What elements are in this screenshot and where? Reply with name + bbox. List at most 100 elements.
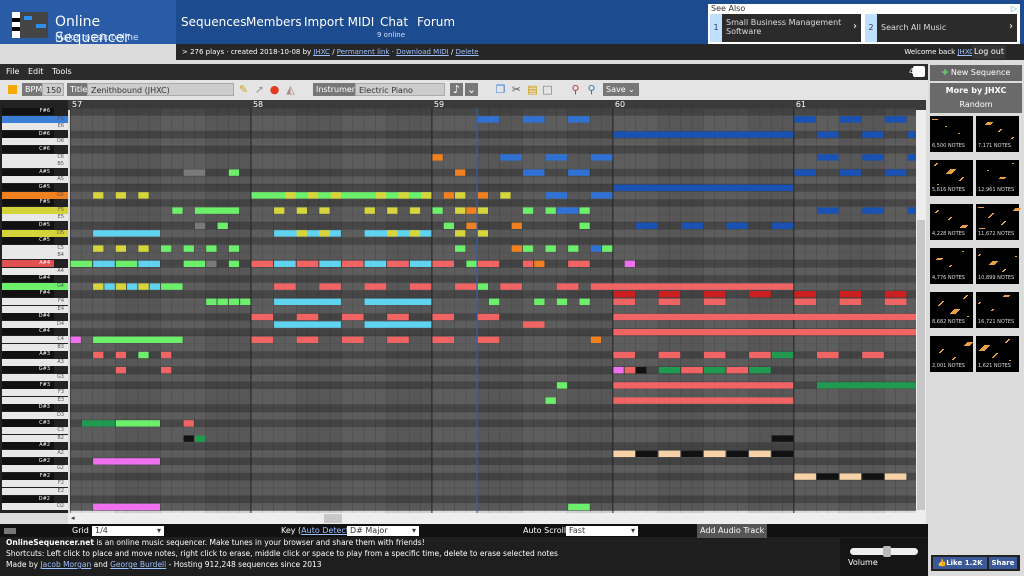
horizontal-scrollbar[interactable]: ◂ [68, 513, 926, 524]
key-select[interactable]: D# Major ▾ [347, 526, 419, 536]
volume-slider[interactable] [850, 546, 918, 557]
piano-key[interactable]: D#3 [2, 404, 54, 412]
sequence-thumbnail[interactable]: 12,961 NOTES [976, 160, 1019, 196]
piano-keyboard[interactable]: F#6 F6 E6 D#6 D6 C#6 C6 B5 A#5 A5 G#5 G5 F#5 F5 E5 D#5 D… [0, 100, 68, 513]
stop-icon[interactable] [8, 85, 17, 94]
menu-tools[interactable]: Tools [52, 67, 72, 76]
piano-key[interactable]: D#6 [2, 130, 54, 138]
piano-key[interactable]: B2 [2, 434, 68, 442]
piano-key[interactable]: G#2 [2, 457, 54, 465]
piano-key[interactable]: C6 [2, 153, 68, 161]
piano-key[interactable]: B5 [2, 161, 68, 169]
select-icon[interactable]: □ [541, 83, 554, 96]
piano-key[interactable]: C#6 [2, 146, 54, 153]
piano-key[interactable]: A#3 [2, 351, 54, 359]
piano-key[interactable]: D2 [2, 503, 68, 511]
piano-key[interactable]: C3 [2, 427, 68, 435]
copy-icon[interactable]: ❐ [494, 83, 507, 96]
vertical-scroll-thumb[interactable] [917, 220, 925, 510]
autoscroll-select[interactable]: Fast ▾ [566, 526, 638, 536]
sequence-thumbnail[interactable]: 1,621 NOTES [976, 336, 1019, 372]
sequence-thumbnail[interactable]: 7,171 NOTES [976, 116, 1019, 152]
piano-key[interactable]: E3 [2, 396, 68, 404]
sequence-thumbnail[interactable]: 10,899 NOTES [976, 248, 1019, 284]
piano-key[interactable]: G#5 [2, 184, 54, 191]
title-input[interactable]: Zenithbound (JHXC) [87, 83, 234, 96]
paste-icon[interactable]: ▤ [526, 83, 539, 96]
record-icon[interactable]: ● [268, 83, 281, 96]
piano-key[interactable]: F6 [2, 115, 68, 123]
piano-key[interactable]: F3 [2, 389, 68, 397]
piano-key[interactable]: D5 [2, 229, 68, 237]
piano-key[interactable]: E5 [2, 214, 68, 222]
cut-icon[interactable]: ✂ [510, 83, 523, 96]
instrument-settings-icon[interactable]: ♪ [450, 83, 463, 96]
auto-detect-link[interactable]: Auto Detect [301, 526, 349, 535]
piano-key[interactable]: F#5 [2, 199, 54, 207]
ad-item-1[interactable]: 1 Small Business Management Software › [710, 14, 861, 42]
delete-link[interactable]: Delete [456, 48, 479, 56]
piano-key[interactable]: G#3 [2, 366, 54, 374]
facebook-like-button[interactable]: 👍Like 1.2K [933, 557, 987, 569]
piano-key[interactable]: C#5 [2, 237, 54, 245]
piano-key[interactable]: G4 [2, 282, 68, 290]
note-grid-canvas[interactable] [70, 108, 916, 513]
piano-key[interactable]: E6 [2, 123, 68, 131]
new-sequence-button[interactable]: ✚ New Sequence [930, 65, 1022, 81]
menu-edit[interactable]: Edit [28, 67, 44, 76]
piano-key[interactable]: G5 [2, 191, 68, 199]
piano-key[interactable]: A#4 [2, 260, 54, 267]
menu-file[interactable]: File [6, 67, 19, 76]
sequence-thumbnail[interactable]: 4,228 NOTES [930, 204, 973, 240]
chevron-down-icon[interactable]: ⌄ [465, 83, 478, 96]
permanent-link[interactable]: Permanent link [337, 48, 390, 56]
author-link-2[interactable]: George Burdell [110, 560, 166, 569]
sequence-thumbnail[interactable]: 5,616 NOTES [930, 160, 973, 196]
piano-key[interactable]: D#5 [2, 222, 54, 229]
grid-select[interactable]: 1/4 ▾ [92, 526, 164, 536]
nav-members[interactable]: Members [246, 15, 302, 29]
nav-forum[interactable]: Forum [417, 15, 455, 29]
piano-key[interactable]: F#3 [2, 381, 54, 389]
piano-key[interactable]: A4 [2, 267, 68, 275]
keyboard-icon[interactable] [4, 528, 16, 534]
facebook-share-button[interactable]: Share [989, 557, 1017, 569]
piano-key[interactable]: F#4 [2, 290, 54, 298]
piano-key[interactable]: B3 [2, 343, 68, 351]
sequence-thumbnail[interactable]: 8,682 NOTES [930, 292, 973, 328]
piano-key[interactable]: A5 [2, 176, 68, 184]
chat-bubble-icon[interactable] [913, 66, 925, 77]
add-audio-track-button[interactable]: Add Audio Track [697, 524, 768, 538]
piano-key[interactable]: E4 [2, 305, 68, 313]
piano-key[interactable]: F#6 [2, 108, 54, 115]
piano-key[interactable]: D4 [2, 320, 68, 328]
piano-key[interactable]: D6 [2, 138, 68, 146]
bpm-input[interactable]: 150 [42, 83, 64, 96]
instrument-select[interactable]: Electric Piano [355, 83, 445, 96]
sequence-thumbnail[interactable]: 11,672 NOTES [976, 204, 1021, 240]
sequence-thumbnail[interactable]: 6,500 NOTES [930, 116, 973, 152]
save-button[interactable]: Save ⌄ [603, 83, 639, 96]
random-button[interactable]: Random [930, 97, 1022, 113]
ad-choices-icon[interactable]: ▷ [1011, 4, 1017, 13]
metronome-icon[interactable]: ◭ [284, 83, 297, 96]
vertical-scrollbar[interactable] [916, 110, 926, 513]
piano-key[interactable]: C4 [2, 336, 68, 343]
piano-key[interactable]: F4 [2, 298, 68, 305]
nav-import-midi[interactable]: Import MIDI [304, 15, 374, 29]
logo[interactable]: Online Sequencer Make music online [0, 0, 176, 46]
sequence-thumbnail[interactable]: 4,776 NOTES [930, 248, 973, 284]
piano-key[interactable]: A#5 [2, 168, 54, 176]
piano-key[interactable]: D#4 [2, 313, 54, 321]
nav-sequences[interactable]: Sequences [181, 15, 246, 29]
logout-button[interactable]: Log out [972, 45, 1006, 59]
piano-key[interactable]: B4 [2, 252, 68, 260]
piano-key[interactable]: F5 [2, 206, 68, 214]
sequence-thumbnail[interactable]: 16,721 NOTES [976, 292, 1019, 328]
volume-slider-thumb[interactable] [883, 546, 891, 557]
piano-key[interactable]: C#4 [2, 328, 54, 336]
piano-key[interactable]: D#2 [2, 495, 54, 503]
note-grid[interactable] [70, 108, 916, 513]
piano-key[interactable]: A#2 [2, 442, 54, 450]
piano-key[interactable]: C5 [2, 244, 68, 252]
